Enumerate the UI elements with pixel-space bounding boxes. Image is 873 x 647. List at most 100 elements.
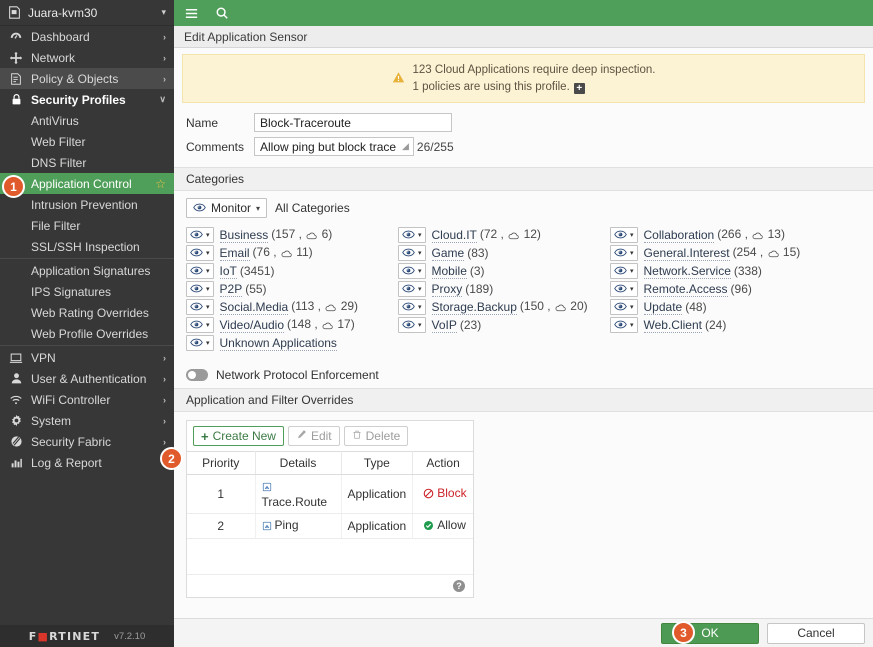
search-icon[interactable] (215, 6, 229, 20)
sidebar-item-security-fabric[interactable]: Security Fabric › (0, 431, 174, 452)
expand-details-icon[interactable]: + (573, 83, 585, 95)
table-row[interactable]: 1 Trace.Route Application Block (187, 474, 473, 515)
sidebar-item-policy-objects[interactable]: Policy & Objects › (0, 68, 174, 89)
network-protocol-enforcement-row: Network Protocol Enforcement (174, 362, 873, 388)
category-name[interactable]: Network.Service (643, 264, 731, 279)
vpn-icon (8, 351, 24, 365)
edit-button[interactable]: Edit (287, 426, 340, 447)
sidebar-item-dashboard[interactable]: Dashboard › (0, 26, 174, 47)
category-visibility-button[interactable]: ▾ (186, 245, 214, 262)
sidebar-item-wifi-controller[interactable]: WiFi Controller › (0, 389, 174, 410)
category-visibility-button[interactable]: ▾ (398, 281, 426, 298)
column-header-details[interactable]: Details (255, 451, 342, 476)
device-selector[interactable]: Juara-kvm30 ▾ (0, 0, 174, 26)
category-name[interactable]: IoT (219, 264, 237, 279)
name-input[interactable] (254, 113, 452, 133)
category-name[interactable]: Proxy (431, 282, 463, 297)
page-title: Edit Application Sensor (184, 29, 308, 44)
sidebar-item-system[interactable]: System › (0, 410, 174, 431)
warning-text: 123 Cloud Applications require deep insp… (413, 62, 655, 95)
sidebar-item-antivirus[interactable]: AntiVirus (0, 110, 174, 131)
sidebar-item-ssl-ssh-inspection[interactable]: SSL/SSH Inspection (0, 236, 174, 257)
column-header-type[interactable]: Type (341, 451, 414, 476)
hamburger-icon[interactable] (184, 6, 199, 21)
sidebar-item-web-rating-overrides[interactable]: Web Rating Overrides (0, 302, 174, 323)
favorite-star-icon[interactable]: ☆ (155, 177, 166, 191)
sidebar-item-ips-signatures[interactable]: IPS Signatures (0, 281, 174, 302)
category-name[interactable]: General.Interest (643, 246, 730, 261)
category-visibility-button[interactable]: ▾ (186, 281, 214, 298)
sidebar-item-application-control[interactable]: Application Control ☆ (0, 173, 174, 194)
eye-icon (614, 228, 627, 242)
sidebar-item-file-filter[interactable]: File Filter (0, 215, 174, 236)
sidebar-item-network[interactable]: Network › (0, 47, 174, 68)
category-name[interactable]: Remote.Access (643, 282, 728, 297)
category-name[interactable]: Unknown Applications (219, 336, 337, 351)
eye-icon (190, 300, 203, 314)
category-name[interactable]: Business (219, 228, 269, 243)
category-count: (96) (730, 282, 752, 297)
column-header-priority[interactable]: Priority (187, 451, 256, 476)
category-item: ▾ Unknown Applications (186, 334, 398, 352)
category-name[interactable]: Mobile (431, 264, 467, 279)
category-visibility-button[interactable]: ▾ (610, 317, 638, 334)
category-name[interactable]: Storage.Backup (431, 300, 517, 315)
help-icon[interactable]: ? (453, 580, 465, 593)
category-visibility-button[interactable]: ▾ (398, 299, 426, 316)
category-name[interactable]: Social.Media (219, 300, 289, 315)
sidebar-item-intrusion-prevention[interactable]: Intrusion Prevention (0, 194, 174, 215)
category-visibility-button[interactable]: ▾ (398, 245, 426, 262)
sidebar-item-web-profile-overrides[interactable]: Web Profile Overrides (0, 323, 174, 344)
table-row[interactable]: 2 Ping Application Allow (187, 513, 473, 540)
category-visibility-button[interactable]: ▾ (186, 299, 214, 316)
lock-icon (8, 93, 24, 106)
cancel-button[interactable]: Cancel (767, 622, 865, 644)
sidebar-item-log-report[interactable]: Log & Report › (0, 452, 174, 473)
category-visibility-button[interactable]: ▾ (610, 245, 638, 262)
category-item: ▾ Web.Client (24) (610, 316, 861, 334)
sidebar-item-web-filter[interactable]: Web Filter (0, 131, 174, 152)
category-name[interactable]: VoIP (431, 318, 457, 333)
chevron-down-icon[interactable]: ▾ (161, 7, 166, 18)
category-visibility-button[interactable]: ▾ (610, 299, 638, 316)
sidebar-item-security-profiles[interactable]: Security Profiles ∨ (0, 89, 174, 110)
create-new-button[interactable]: + Create New (193, 426, 284, 447)
category-visibility-button[interactable]: ▾ (610, 263, 638, 280)
sidebar-item-vpn[interactable]: VPN › (0, 347, 174, 368)
category-name[interactable]: P2P (219, 282, 243, 297)
chevron-right-icon: › (163, 436, 166, 447)
sidebar-subitem-label: DNS Filter (31, 155, 87, 170)
chevron-down-icon: ▾ (630, 304, 634, 312)
sidebar-item-user-authentication[interactable]: User & Authentication › (0, 368, 174, 389)
category-visibility-button[interactable]: ▾ (398, 227, 426, 244)
category-visibility-button[interactable]: ▾ (186, 263, 214, 280)
category-name[interactable]: Video/Audio (219, 318, 285, 333)
category-visibility-button[interactable]: ▾ (186, 335, 214, 352)
table-header-row: Priority Details Type Action (187, 451, 473, 476)
dialog-bottom-bar: OK Cancel (174, 618, 873, 647)
category-visibility-button[interactable]: ▾ (610, 281, 638, 298)
category-name[interactable]: Cloud.IT (431, 228, 477, 243)
category-visibility-button[interactable]: ▾ (610, 227, 638, 244)
category-name[interactable]: Collaboration (643, 228, 715, 243)
category-name[interactable]: Update (643, 300, 683, 315)
category-name[interactable]: Web.Client (643, 318, 702, 333)
category-visibility-button[interactable]: ▾ (398, 263, 426, 280)
category-name[interactable]: Email (219, 246, 250, 261)
column-header-action[interactable]: Action (412, 451, 473, 476)
category-count: (113 , 29) (291, 299, 359, 314)
comments-input[interactable] (254, 137, 414, 157)
monitor-dropdown-button[interactable]: Monitor ▾ (186, 198, 268, 219)
delete-button[interactable]: Delete (343, 426, 409, 447)
category-count: (23) (459, 318, 482, 333)
category-visibility-button[interactable]: ▾ (398, 317, 426, 334)
sidebar-item-application-signatures[interactable]: Application Signatures (0, 260, 174, 281)
sensor-form: Name Comments ◢ 26/255 (174, 103, 873, 167)
category-name[interactable]: Game (431, 246, 465, 261)
category-visibility-button[interactable]: ▾ (186, 227, 214, 244)
sidebar-item-dns-filter[interactable]: DNS Filter (0, 152, 174, 173)
cell-details: Ping (255, 513, 342, 540)
category-visibility-button[interactable]: ▾ (186, 317, 214, 334)
network-protocol-enforcement-toggle[interactable] (186, 369, 208, 382)
category-item: ▾ Game (83) (398, 244, 610, 262)
